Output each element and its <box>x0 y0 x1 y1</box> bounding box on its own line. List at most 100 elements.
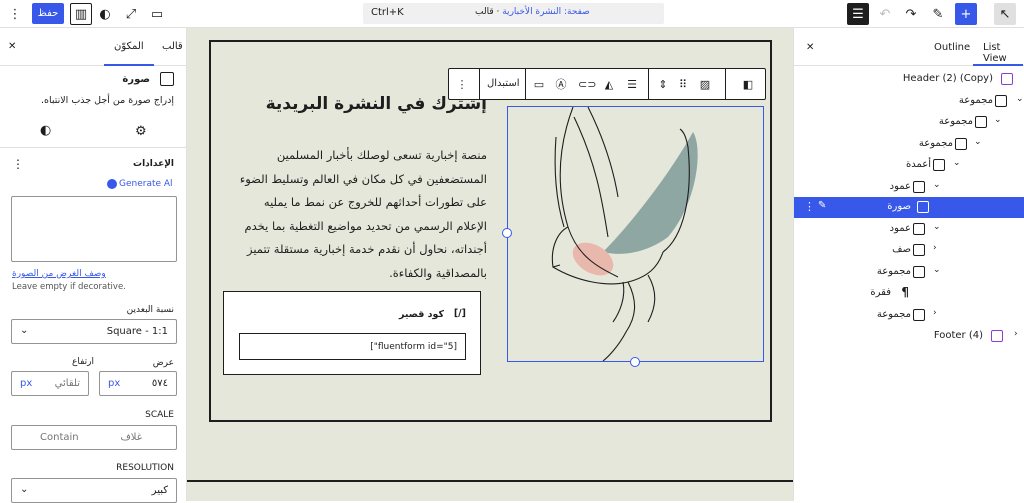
select-cursor-icon[interactable]: ↖ <box>994 3 1016 25</box>
add-block-icon[interactable]: + <box>955 3 977 25</box>
options-icon[interactable]: ⋮ <box>804 200 815 213</box>
sidebar-toggle-icon[interactable]: ▥ <box>70 3 92 25</box>
tools-pen-icon[interactable]: ✎ <box>927 3 949 25</box>
list-item[interactable]: ⌄ أعمدة <box>794 155 1024 176</box>
more-options-icon[interactable]: ⋮ <box>455 78 469 92</box>
alt-text-icon[interactable]: Ⓐ <box>554 78 568 92</box>
save-button[interactable]: حفظ <box>32 3 64 24</box>
list-item[interactable]: ⌄ مجموعة <box>794 91 1024 112</box>
command-palette[interactable]: Ctrl+K صفحة: النشرة الأخبارية · قالب <box>363 3 664 24</box>
link-icon[interactable]: ⊂⊃ <box>578 78 596 92</box>
list-item[interactable]: › صف <box>794 240 1024 261</box>
styles-half-circle-icon[interactable]: ◐ <box>40 123 51 138</box>
scale-toggle-group: Contain غلاف <box>11 425 177 450</box>
alt-text-purpose-link[interactable]: وصف الغرض من الصورة <box>12 269 106 279</box>
row-icon <box>913 244 925 256</box>
list-item-label: مجموعة <box>876 309 911 320</box>
settings-options-icon[interactable]: ⋮ <box>12 157 24 171</box>
chevron-right-icon[interactable]: › <box>933 308 937 318</box>
width-label: عرض <box>152 358 174 368</box>
column-icon <box>913 181 925 193</box>
document-title: صفحة: النشرة الأخبارية · قالب <box>475 7 590 17</box>
list-item[interactable]: › Footer (4) <box>794 326 1024 347</box>
height-value: تلقائي <box>54 378 80 389</box>
settings-style-tabs: ⚙ ◐ <box>0 118 187 148</box>
align-icon[interactable]: ☰ <box>625 78 639 92</box>
width-unit[interactable]: px <box>108 378 120 389</box>
list-item[interactable]: فقرة ¶ <box>794 283 1024 304</box>
list-item-label: مجموعة <box>958 95 993 106</box>
height-input[interactable]: px تلقائي <box>11 371 89 396</box>
tab-list-view[interactable]: List View <box>983 42 1024 64</box>
height-unit[interactable]: px <box>20 378 32 389</box>
shortcode-block[interactable]: كود قصير [/] ["fluentform id="5] <box>223 291 481 375</box>
close-icon[interactable]: ✕ <box>806 42 814 53</box>
tab-outline[interactable]: Outline <box>934 42 970 53</box>
width-value: ٥٧٤ <box>151 378 168 389</box>
resize-handle-bottom[interactable] <box>630 357 640 367</box>
list-item[interactable]: › مجموعة <box>794 305 1024 326</box>
aspect-ratio-label: نسبة البعدين <box>126 305 174 315</box>
alt-text-input[interactable] <box>11 196 177 262</box>
tab-block[interactable]: المكوّن <box>104 41 154 66</box>
generate-ai-link[interactable]: Generate Al <box>119 179 173 189</box>
active-tab-indicator <box>973 64 1023 66</box>
duotone-icon[interactable]: ◭ <box>602 78 616 92</box>
image-icon <box>917 201 929 213</box>
document-title-main: صفحة: النشرة الأخبارية <box>502 7 590 17</box>
scale-contain-option[interactable]: Contain <box>40 432 79 443</box>
group-icon <box>995 95 1007 107</box>
tab-template[interactable]: قالب <box>162 41 183 52</box>
bird-image-block[interactable] <box>507 106 764 362</box>
chevron-down-icon[interactable]: ⌄ <box>933 222 941 232</box>
styles-icon[interactable]: ◐ <box>94 3 116 25</box>
chevron-down-icon[interactable]: ⌄ <box>974 137 982 147</box>
document-title-type: · قالب <box>475 7 500 17</box>
list-item[interactable]: Header (2) (Copy) <box>794 69 1024 90</box>
footer-divider <box>187 480 793 482</box>
undo-icon[interactable]: ↶ <box>874 3 896 25</box>
resolution-select[interactable]: ⌄ كبير <box>11 478 177 503</box>
newsletter-paragraph[interactable]: منصة إخبارية تسعى لوصلك بأخبار المسلمين … <box>233 144 487 285</box>
options-menu-icon[interactable]: ⋮ <box>4 3 26 25</box>
newsletter-group-block[interactable]: إشترك في النشرة البريدية منصة إخبارية تس… <box>209 40 772 422</box>
replace-button[interactable]: استبدال <box>487 78 520 89</box>
close-icon[interactable]: ✕ <box>8 41 16 52</box>
list-item[interactable]: ⌄ مجموعة <box>794 112 1024 133</box>
chevron-right-icon[interactable]: › <box>933 243 937 253</box>
list-item[interactable]: ⌄ مجموعة <box>794 134 1024 155</box>
top-toolbar: ⋮ حفظ ▥ ◐ ⤢ ▭ Ctrl+K صفحة: النشرة الأخبا… <box>0 0 1024 28</box>
device-preview-icon[interactable]: ▭ <box>146 3 168 25</box>
document-overview-icon[interactable]: ☰ <box>847 3 869 25</box>
drag-handle-icon[interactable]: ⠿ <box>676 78 690 92</box>
template-part-icon <box>1001 73 1013 85</box>
chevron-down-icon[interactable]: ⌄ <box>933 180 941 190</box>
scale-label: SCALE <box>145 410 174 420</box>
resize-handle-left[interactable] <box>502 228 512 238</box>
shortcode-icon: [/] <box>453 308 466 319</box>
list-item[interactable]: ⌄ مجموعة <box>794 262 1024 283</box>
block-toolbar: ⋮ استبدال ▭ Ⓐ ⊂⊃ ◭ ☰ ⇕ ⠿ ▨ ◧ <box>448 68 766 100</box>
chevron-down-icon[interactable]: ⌄ <box>933 265 941 275</box>
chevron-down-icon[interactable]: ⌄ <box>1016 94 1024 104</box>
group-icon <box>913 266 925 278</box>
image-block-icon <box>160 72 174 86</box>
chevron-down-icon[interactable]: ⌄ <box>994 115 1002 125</box>
list-item-selected[interactable]: ⋮ ✎ صورة <box>794 197 1024 218</box>
list-item[interactable]: ⌄ عمود <box>794 219 1024 240</box>
caption-icon[interactable]: ▭ <box>532 78 546 92</box>
gear-icon[interactable]: ⚙ <box>135 124 147 139</box>
width-input[interactable]: px ٥٧٤ <box>99 371 177 396</box>
scale-cover-option[interactable]: غلاف <box>120 432 142 443</box>
shortcode-input[interactable]: ["fluentform id="5] <box>239 333 466 360</box>
move-arrows-icon[interactable]: ⇕ <box>656 78 670 92</box>
aspect-ratio-select[interactable]: ⌄ Square - 1:1 <box>11 319 177 344</box>
edit-pen-icon[interactable]: ✎ <box>818 200 826 211</box>
parent-column-icon[interactable]: ◧ <box>741 78 755 92</box>
chevron-right-icon[interactable]: › <box>1014 329 1018 339</box>
redo-icon[interactable]: ↷ <box>900 3 922 25</box>
image-icon[interactable]: ▨ <box>698 78 712 92</box>
chevron-down-icon[interactable]: ⌄ <box>953 158 961 168</box>
fullscreen-icon[interactable]: ⤢ <box>120 3 142 25</box>
list-item[interactable]: ⌄ عمود <box>794 177 1024 198</box>
